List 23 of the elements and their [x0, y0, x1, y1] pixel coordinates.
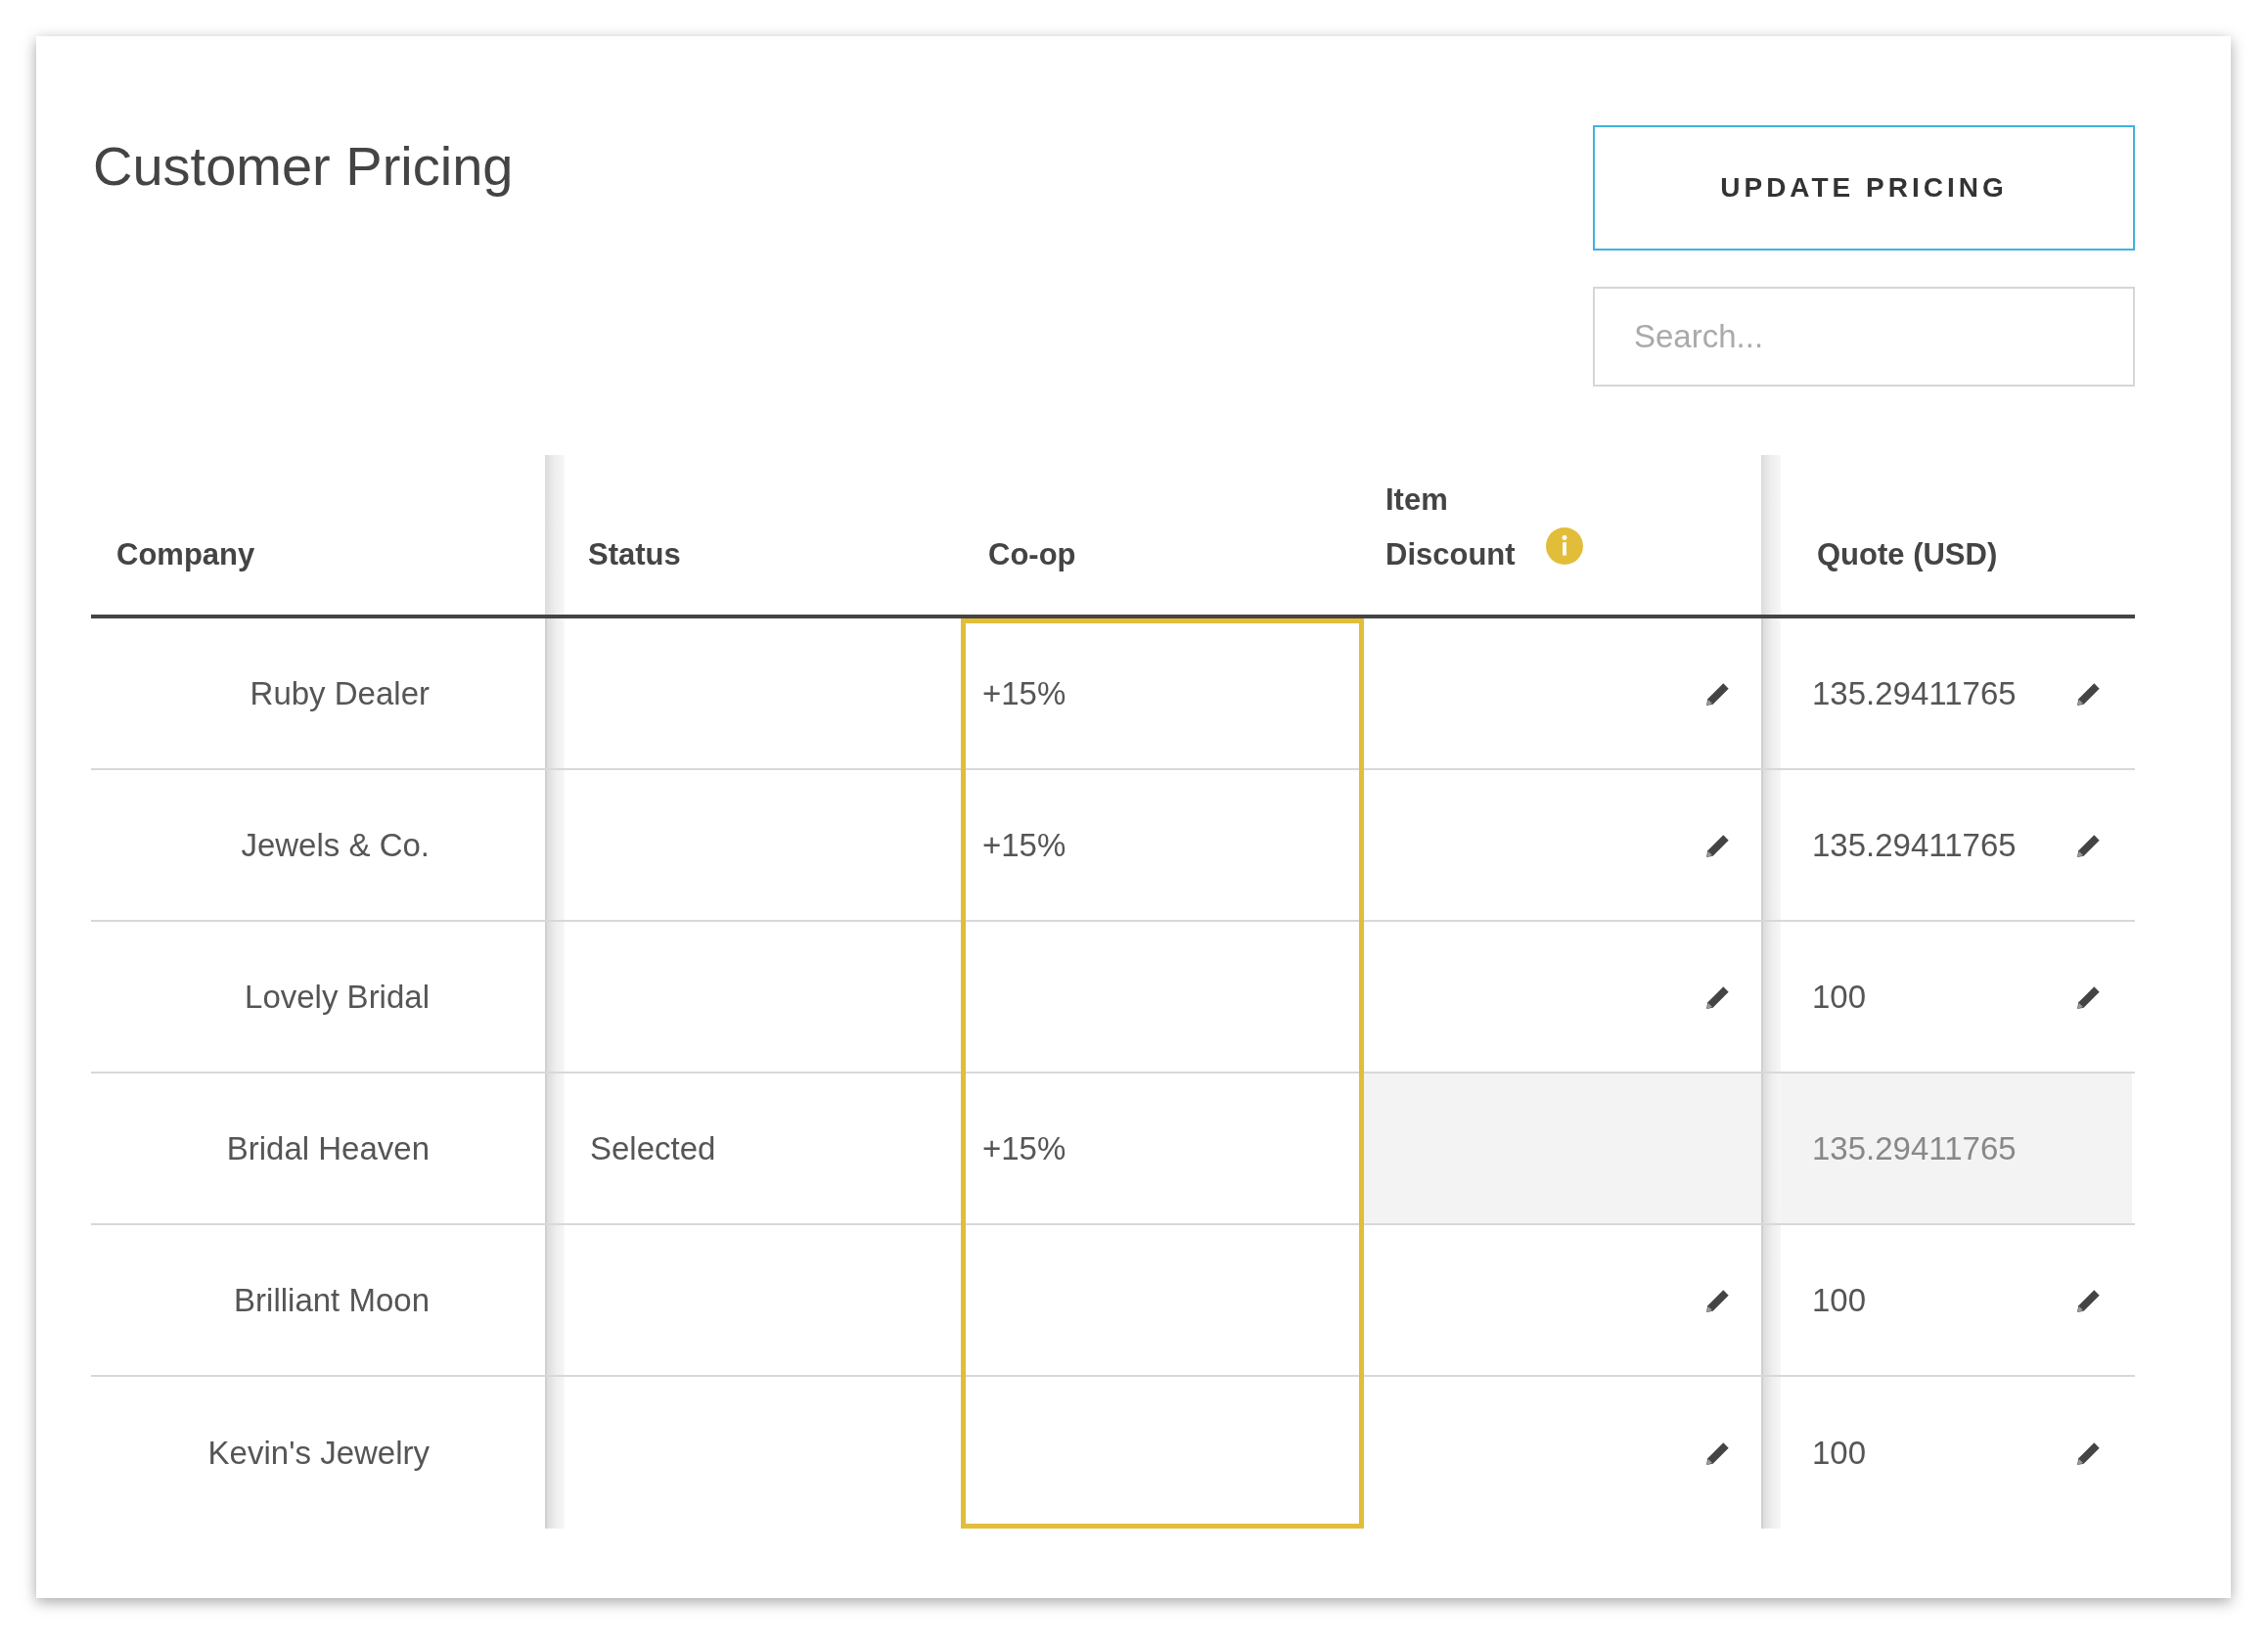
column-header: Company [116, 536, 255, 573]
coop-value: +15% [982, 673, 1066, 713]
company-name: Ruby Dealer [249, 673, 430, 713]
company-name: Lovely Bridal [245, 977, 430, 1017]
quote-value: 135.29411765 [1812, 673, 2017, 713]
status-text: Selected [590, 1128, 716, 1168]
company-name: Jewels & Co. [241, 825, 430, 865]
quote-value: 100 [1812, 977, 1867, 1017]
coop-value: +15% [982, 1128, 1066, 1168]
quote-value: 100 [1812, 1280, 1867, 1320]
company-name: Bridal Heaven [226, 1128, 430, 1168]
quote-value: 100 [1812, 1433, 1867, 1473]
coop-value: +15% [982, 825, 1066, 865]
column-header: Quote (USD) [1817, 536, 1998, 573]
column-header: Status [588, 536, 681, 573]
quote-value: 135.29411765 [1812, 1128, 2017, 1168]
company-name: Brilliant Moon [234, 1280, 430, 1320]
quote-value: 135.29411765 [1812, 825, 2017, 865]
search-field[interactable]: Search... [1593, 287, 2135, 387]
column-header: Co-op [988, 536, 1076, 573]
company-name: Kevin's Jewelry [207, 1433, 430, 1473]
column-header: Item Discount [1385, 481, 1517, 573]
update-pricing-button[interactable]: UPDATE PRICING [1593, 125, 2135, 251]
